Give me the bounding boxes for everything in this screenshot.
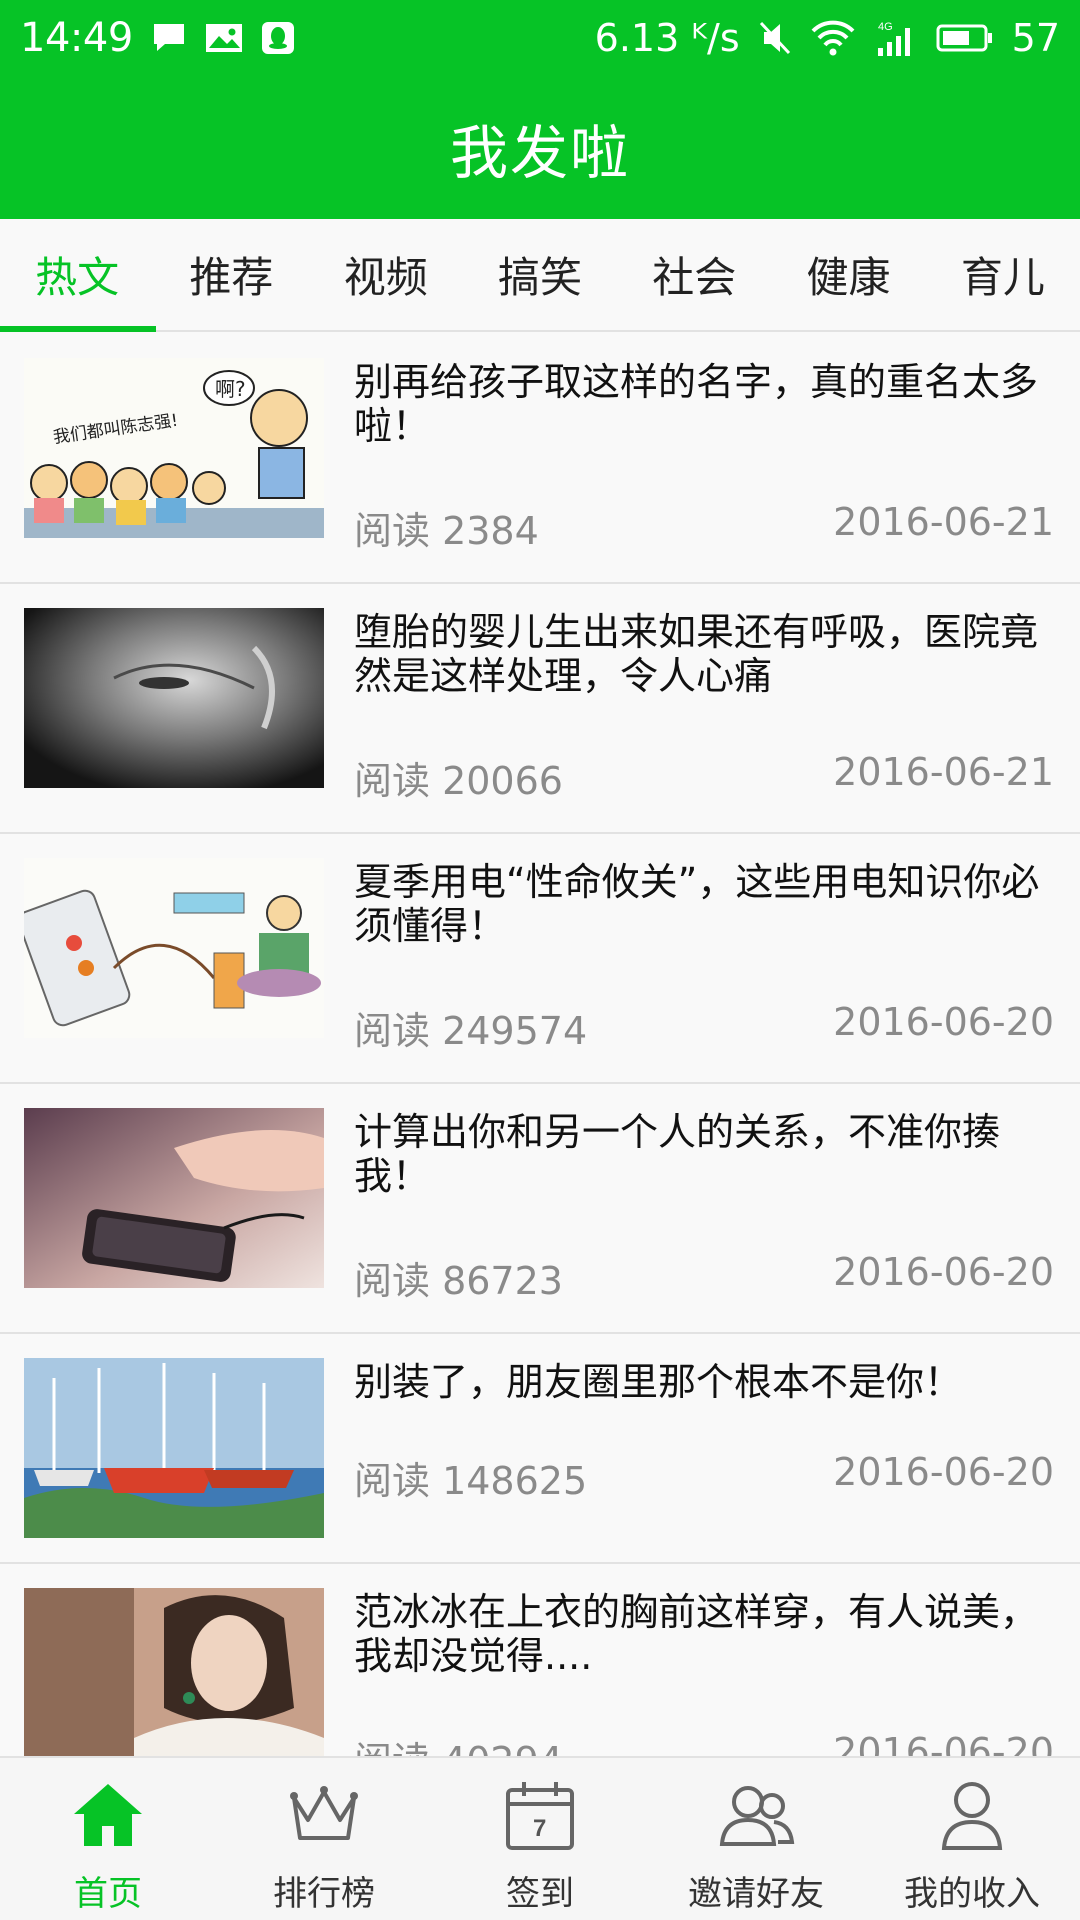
publish-date: 2016-06-21 [833, 500, 1054, 544]
crown-icon [290, 1786, 358, 1840]
status-time: 14:49 [20, 15, 133, 61]
nav-income[interactable]: 我的收入 [864, 1758, 1080, 1920]
qq-icon [261, 22, 294, 54]
friends-icon [719, 1786, 795, 1846]
article-title: 别再给孩子取这样的名字，真的重名太多啦！ [354, 360, 1039, 448]
nav-invite[interactable]: 邀请好友 [648, 1758, 864, 1920]
battery-icon [936, 24, 992, 52]
article-item[interactable]: 范冰冰在上衣的胸前这样穿，有人说美，我却没觉得.... 阅读 40294 201… [0, 1564, 1080, 1756]
article-thumbnail [24, 608, 324, 788]
nav-ranking[interactable]: 排行榜 [216, 1758, 432, 1920]
app: 14:49 6.13 ᴷ/s 4G 57 我发啦 热文 推荐 视频 搞笑 社会 … [0, 0, 1080, 1920]
article-item[interactable]: 夏季用电“性命攸关”，这些用电知识你必须懂得！ 阅读 249574 2016-0… [0, 834, 1080, 1084]
home-icon [74, 1784, 142, 1846]
nav-income-label: 我的收入 [904, 1874, 1040, 1914]
page-title: 我发啦 [449, 119, 630, 187]
article-item[interactable]: 啊? 我们都叫陈志强! 别再给孩子取这样的名字，真的重名太多啦！ 阅读 2384… [0, 334, 1080, 584]
tab-society[interactable]: 社会 [617, 219, 771, 330]
mute-icon [759, 21, 790, 55]
read-count: 阅读 249574 [354, 1009, 588, 1053]
tab-hot[interactable]: 热文 [0, 219, 157, 332]
read-count: 阅读 2384 [354, 509, 539, 553]
article-title: 范冰冰在上衣的胸前这样穿，有人说美，我却没觉得.... [354, 1590, 1039, 1678]
nav-invite-label: 邀请好友 [688, 1874, 824, 1914]
top-bar: 14:49 6.13 ᴷ/s 4G 57 我发啦 [0, 0, 1080, 219]
battery-level: 57 [1011, 16, 1060, 60]
category-tabs: 热文 推荐 视频 搞笑 社会 健康 育儿 [0, 219, 1080, 332]
nav-home-label: 首页 [74, 1874, 142, 1914]
image-icon [205, 24, 242, 52]
nav-checkin-label: 签到 [506, 1874, 574, 1914]
read-count: 阅读 148625 [354, 1459, 588, 1503]
nav-checkin[interactable]: 7 签到 [432, 1758, 648, 1920]
publish-date: 2016-06-20 [833, 1250, 1054, 1294]
tab-recommend[interactable]: 推荐 [154, 219, 308, 330]
tab-parenting[interactable]: 育儿 [926, 219, 1080, 330]
calendar-icon: 7 [506, 1782, 574, 1850]
bottom-nav: 首页 排行榜 7 签到 邀请好友 我的收入 [0, 1756, 1080, 1920]
network-speed: 6.13 ᴷ/s [594, 16, 740, 60]
article-item[interactable]: 堕胎的婴儿生出来如果还有呼吸，医院竟然是这样处理，令人心痛 阅读 20066 2… [0, 584, 1080, 834]
article-thumbnail [24, 1588, 324, 1756]
article-item[interactable]: 计算出你和另一个人的关系，不准你揍我！ 阅读 86723 2016-06-20 [0, 1084, 1080, 1334]
article-thumbnail [24, 1358, 324, 1538]
read-count: 阅读 20066 [354, 759, 563, 803]
article-item[interactable]: 别装了，朋友圈里那个根本不是你！ 阅读 148625 2016-06-20 [0, 1334, 1080, 1564]
message-icon [153, 24, 184, 51]
publish-date: 2016-06-20 [833, 1730, 1054, 1756]
article-thumbnail [24, 1108, 324, 1288]
user-icon [941, 1782, 1003, 1850]
publish-date: 2016-06-20 [833, 1000, 1054, 1044]
read-count: 阅读 86723 [354, 1259, 563, 1303]
article-title: 别装了，朋友圈里那个根本不是你！ [354, 1360, 963, 1404]
publish-date: 2016-06-20 [833, 1450, 1054, 1494]
read-count: 阅读 40294 [354, 1730, 563, 1756]
wifi-icon [811, 20, 855, 56]
article-title: 堕胎的婴儿生出来如果还有呼吸，医院竟然是这样处理，令人心痛 [354, 610, 1039, 698]
nav-ranking-label: 排行榜 [273, 1874, 375, 1914]
calendar-day: 7 [533, 1815, 546, 1842]
publish-date: 2016-06-21 [833, 750, 1054, 794]
tab-video[interactable]: 视频 [309, 219, 463, 330]
tab-funny[interactable]: 搞笑 [463, 219, 617, 330]
article-thumbnail: 啊? 我们都叫陈志强! [24, 358, 324, 538]
article-list: 啊? 我们都叫陈志强! 别再给孩子取这样的名字，真的重名太多啦！ 阅读 2384… [0, 334, 1080, 1756]
svg-text:4G: 4G [878, 21, 893, 33]
article-title: 计算出你和另一个人的关系，不准你揍我！ [354, 1110, 1001, 1198]
status-bar: 14:49 6.13 ᴷ/s 4G 57 [0, 0, 1080, 76]
article-thumbnail [24, 858, 324, 1038]
signal-4g-icon: 4G [877, 21, 910, 56]
tab-health[interactable]: 健康 [771, 219, 925, 330]
nav-home[interactable]: 首页 [0, 1758, 216, 1920]
bubble-text: 啊? [215, 377, 246, 401]
article-title: 夏季用电“性命攸关”，这些用电知识你必须懂得！ [354, 860, 1040, 948]
